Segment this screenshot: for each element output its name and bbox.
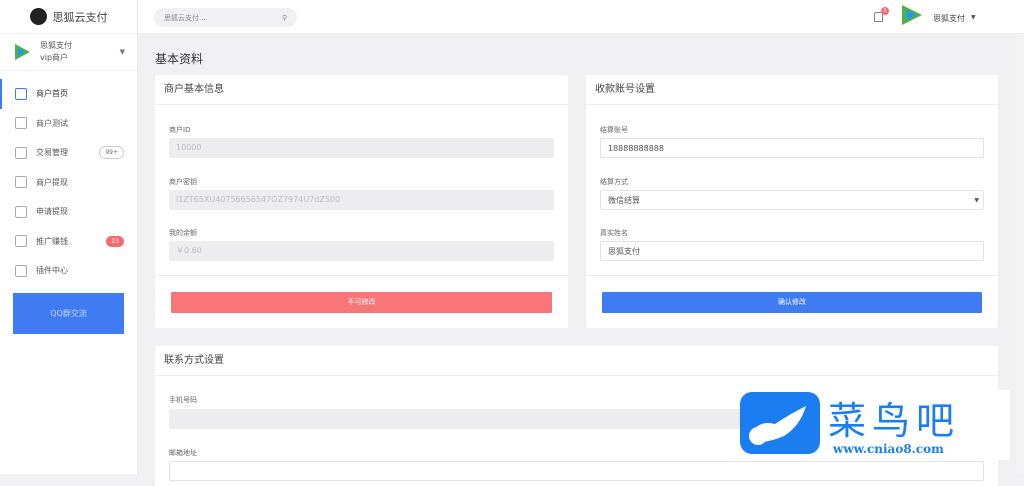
balance-field: ￥0.60 [169, 241, 554, 261]
not-editable-button[interactable]: 不可修改 [171, 292, 552, 313]
card-title: 商户基本信息 [155, 75, 568, 105]
watermark-text: 菜鸟吧 [828, 399, 961, 443]
nav-trades[interactable]: 交易管理 99+ [0, 138, 137, 168]
watermark-logo: 菜鸟吧 www.cniao8.com [740, 390, 1010, 460]
user-name: 思狐支付 [40, 41, 72, 50]
handshake-icon [15, 235, 27, 248]
bird-icon [740, 392, 820, 454]
real-name-input[interactable]: 思狐支付 [600, 241, 984, 261]
nav-label: 商户测试 [36, 118, 68, 128]
watermark-url: www.cniao8.com [833, 442, 944, 456]
notification-badge: 1 [881, 7, 889, 15]
search-icon[interactable]: ⚲ [282, 14, 287, 22]
wallet-icon [15, 176, 27, 189]
field-label: 邮箱地址 [169, 449, 197, 457]
nav-label: 插件中心 [36, 266, 68, 276]
basic-info-card: 商户基本信息 商户ID 10000 商户密钥 i1ZT65XU407566565… [155, 75, 568, 328]
settlement-method-select[interactable]: 微信结算 ▼ [600, 190, 984, 210]
nav-label: 商户提现 [36, 177, 68, 187]
qq-group-button[interactable]: QQ群交流 [13, 292, 124, 334]
user-level: vip商户 [40, 53, 69, 62]
nav-test[interactable]: 商户测试 [0, 109, 137, 139]
nav-withdraw[interactable]: 商户提现 [0, 168, 137, 198]
chart-icon [15, 146, 27, 159]
count-badge: 99+ [99, 146, 124, 160]
user-menu[interactable]: 思狐支付 vip商户 ▼ [0, 34, 137, 71]
header-username[interactable]: 思狐支付 [933, 13, 965, 24]
scrollbar[interactable] [1016, 34, 1024, 474]
nav-apply-withdraw[interactable]: 申请提现 [0, 197, 137, 227]
search-input[interactable]: 思狐云支付... ⚲ [154, 8, 297, 27]
caret-down-icon[interactable]: ▼ [971, 14, 976, 21]
field-label: 结算方式 [600, 178, 628, 186]
merchant-key-field: i1ZT65XU40756656547OZ7974U7dZ500 [169, 190, 554, 210]
confirm-button[interactable]: 确认修改 [602, 292, 982, 313]
nav-plugins[interactable]: 插件中心 [0, 256, 137, 286]
caret-down-icon: ▼ [974, 197, 979, 204]
nav-label: 推广赚钱 [36, 236, 68, 246]
email-input[interactable] [169, 461, 984, 481]
top-header: 思狐云支付... ⚲ 1 思狐支付 ▼ [138, 0, 1024, 34]
header-avatar[interactable] [898, 3, 924, 31]
sidebar: 思狐云支付 思狐支付 vip商户 ▼ 商户首页 商户测试 交易管理 99+ 商户提现… [0, 0, 138, 474]
nav-promote[interactable]: 推广赚钱 23 [0, 227, 137, 257]
page-title: 基本资料 [155, 52, 204, 66]
calendar-icon [15, 205, 27, 218]
count-badge: 23 [106, 235, 124, 247]
caret-down-icon: ▼ [119, 48, 125, 56]
brand-name: 思狐云支付 [52, 10, 108, 24]
field-label: 商户ID [169, 126, 191, 134]
field-label: 商户密钥 [169, 178, 197, 186]
nav-label: 商户首页 [36, 89, 68, 99]
home-icon [15, 87, 27, 100]
selected-value: 微信结算 [608, 196, 640, 205]
card-title: 联系方式设置 [155, 346, 998, 376]
nav-label: 申请提现 [36, 207, 68, 217]
brand[interactable]: 思狐云支付 [0, 0, 137, 34]
merchant-id-field: 10000 [169, 138, 554, 158]
test-icon [15, 117, 27, 130]
search-placeholder: 思狐云支付... [164, 13, 206, 22]
field-label: 手机号码 [169, 396, 197, 404]
card-title: 收款账号设置 [586, 75, 998, 105]
settlement-account-input[interactable]: 18888888888 [600, 138, 984, 158]
nav-label: 交易管理 [36, 148, 68, 158]
avatar [15, 44, 30, 60]
field-label: 我的余额 [169, 229, 197, 237]
edit-icon [15, 264, 27, 277]
account-settings-card: 收款账号设置 结算账号 18888888888 结算方式 微信结算 ▼ 真实姓名 … [586, 75, 998, 328]
field-label: 真实姓名 [600, 229, 628, 237]
github-icon [29, 8, 47, 25]
nav-home[interactable]: 商户首页 [0, 79, 137, 109]
field-label: 结算账号 [600, 126, 628, 134]
